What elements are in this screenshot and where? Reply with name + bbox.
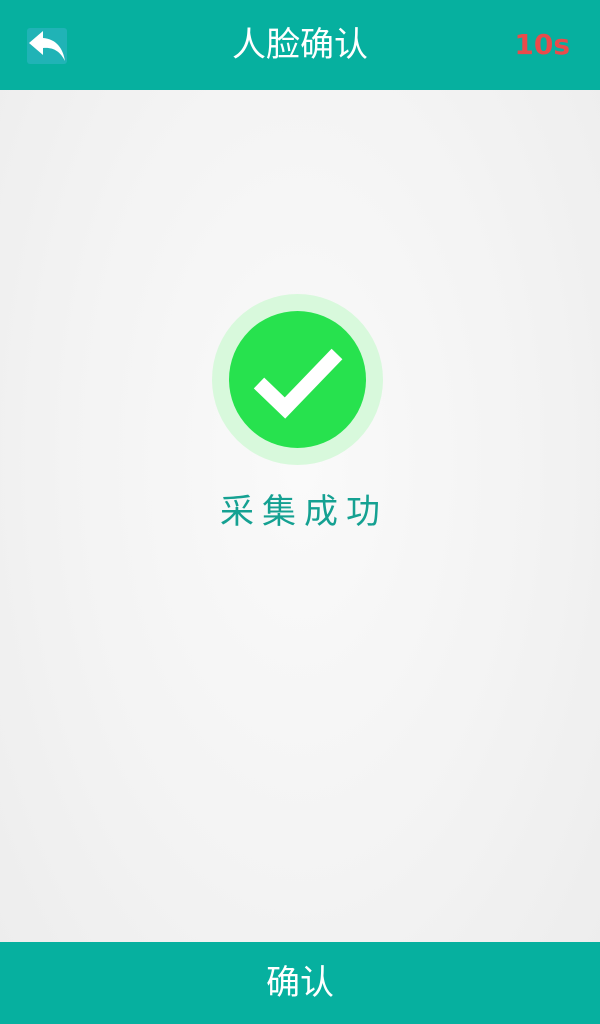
success-indicator — [212, 294, 383, 465]
checkmark-icon — [253, 348, 343, 419]
check-circle-icon — [229, 311, 366, 448]
status-message: 采集成功 — [220, 492, 388, 532]
page-title: 人脸确认 — [232, 25, 368, 65]
header-bar: 人脸确认 10s — [0, 0, 600, 90]
confirm-button[interactable]: 确认 — [0, 942, 600, 1024]
face-confirm-screen: 人脸确认 10s 采集成功 确认 — [0, 0, 600, 1024]
countdown-timer: 10s — [514, 28, 570, 61]
